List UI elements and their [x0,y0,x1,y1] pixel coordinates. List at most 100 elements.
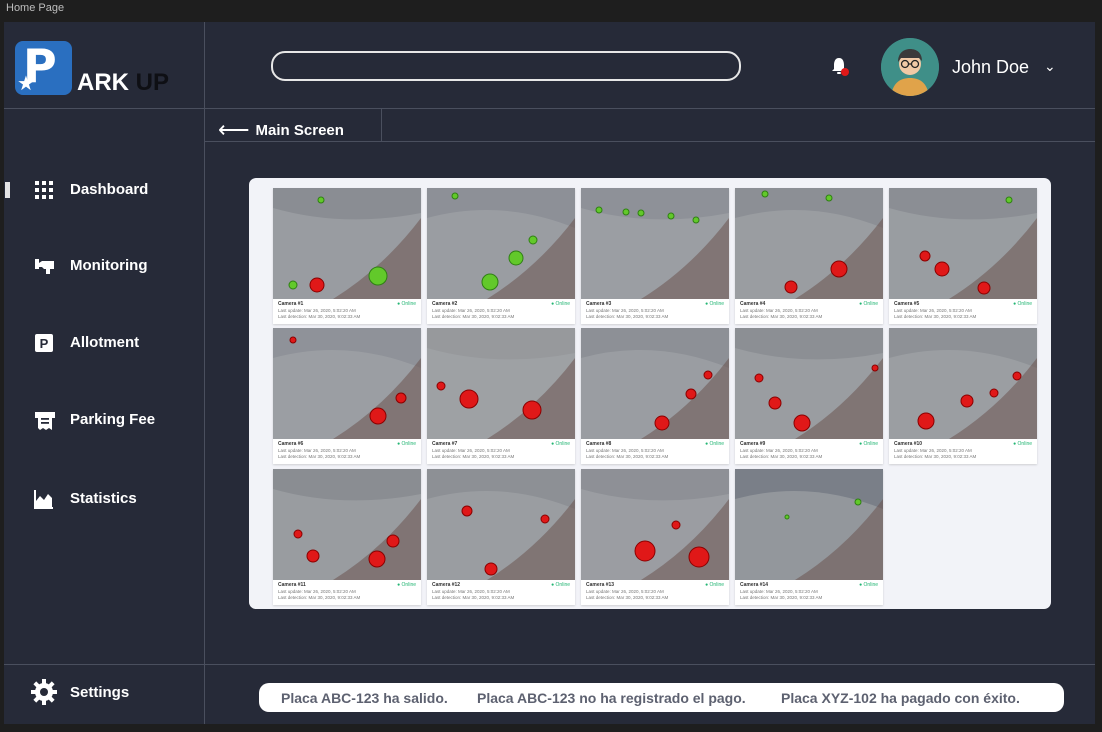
camera-feed-image[interactable] [735,469,883,580]
camera-feed-image[interactable] [427,469,575,580]
camera-status-badge: ● Online [705,441,724,447]
sidebar-item-statistics[interactable]: Statistics [4,481,204,521]
camera-card[interactable]: Camera #1 ● Online Last update: Mar 26, 20… [273,188,421,324]
camera-feed-image[interactable] [581,469,729,580]
brand-name-part1: ARK [77,69,129,96]
camera-status-label: Online [1017,301,1032,307]
camera-card[interactable]: Camera #7 ● Online Last update: Mar 26, 20… [427,328,575,464]
sidebar-item-settings[interactable]: Settings [4,674,204,714]
camera-name: Camera #2 [432,301,458,307]
occupied-spot-marker [784,280,798,294]
security-camera-icon [34,256,54,276]
sidebar-item-label: Allotment [70,334,140,351]
camera-feed-image[interactable] [273,469,421,580]
occupied-spot-marker [654,415,670,431]
free-spot-marker [288,280,298,290]
camera-name: Camera #10 [894,441,923,447]
camera-status-label: Online [555,441,570,447]
camera-feed-image[interactable] [273,188,421,299]
chevron-down-icon[interactable]: ⌄ [1044,58,1056,75]
camera-feed-image[interactable] [581,188,729,299]
camera-card[interactable]: Camera #6 ● Online Last update: Mar 26, 20… [273,328,421,464]
camera-card[interactable]: Camera #2 ● Online Last update: Mar 26, 20… [427,188,575,324]
free-spot-marker [528,235,538,245]
brand-name-part2: UP [135,69,170,96]
frame-title: Home Page [6,2,65,14]
free-spot-marker [854,498,862,506]
camera-status-badge: ● Online [551,441,570,447]
search-input[interactable] [271,51,741,81]
occupied-spot-marker [754,373,764,383]
sidebar-item-monitoring[interactable]: Monitoring [4,248,204,288]
free-spot-marker [622,208,630,216]
camera-last-detection: Last detection: Mar 30, 2020, 9:02:33 AM [586,454,669,459]
camera-card[interactable]: Camera #11 ● Online Last update: Mar 26, 2… [273,469,421,605]
brand-logo[interactable]: P ★ ARK UP [15,39,175,97]
camera-feed-image[interactable] [889,188,1037,299]
camera-last-detection: Last detection: Mar 30, 2020, 9:02:33 AM [586,595,669,600]
camera-status-badge: ● Online [551,301,570,307]
camera-last-update: Last update: Mar 26, 2020, 5:02:20 AM [432,448,510,453]
user-name[interactable]: John Doe [952,57,1029,78]
camera-name: Camera #6 [278,441,304,447]
occupied-spot-marker [540,514,550,524]
camera-card[interactable]: Camera #4 ● Online Last update: Mar 26, 20… [735,188,883,324]
free-spot-marker [481,273,499,291]
camera-feed-image[interactable] [889,328,1037,439]
camera-status-label: Online [555,301,570,307]
camera-card[interactable]: Camera #14 ● Online Last update: Mar 26, 2… [735,469,883,605]
camera-card[interactable]: Camera #3 ● Online Last update: Mar 26, 20… [581,188,729,324]
camera-card[interactable]: Camera #13 ● Online Last update: Mar 26, 2… [581,469,729,605]
camera-last-detection: Last detection: Mar 30, 2020, 9:02:33 AM [894,314,977,319]
breadcrumb-divider [205,141,1095,142]
breadcrumb-label: Main Screen [255,122,344,139]
camera-last-update: Last update: Mar 26, 2020, 5:02:20 AM [278,308,356,313]
camera-feed-image[interactable] [273,328,421,439]
occupied-spot-marker [919,250,931,262]
camera-card[interactable]: Camera #10 ● Online Last update: Mar 26, 2… [889,328,1037,464]
sidebar-item-allotment[interactable]: P Allotment [4,325,204,365]
camera-name: Camera #9 [740,441,766,447]
camera-last-detection: Last detection: Mar 30, 2020, 9:02:33 AM [278,314,361,319]
camera-last-detection: Last detection: Mar 30, 2020, 9:02:33 AM [432,314,515,319]
grid-icon [34,180,54,200]
brand-name: ARK UP [77,69,169,97]
parking-icon: P [34,333,54,353]
camera-last-update: Last update: Mar 26, 2020, 5:02:20 AM [586,448,664,453]
occupied-spot-marker [768,396,782,410]
camera-last-detection: Last detection: Mar 30, 2020, 9:02:33 AM [278,595,361,600]
camera-card[interactable]: Camera #12 ● Online Last update: Mar 26, 2… [427,469,575,605]
occupied-spot-marker [395,392,407,404]
occupied-spot-marker [703,370,713,380]
camera-feed-image[interactable] [735,328,883,439]
occupied-spot-marker [871,364,879,372]
occupied-spot-marker [368,550,386,568]
camera-name: Camera #12 [432,582,461,588]
camera-card[interactable]: Camera #9 ● Online Last update: Mar 26, 20… [735,328,883,464]
camera-feed-image[interactable] [427,188,575,299]
camera-card[interactable]: Camera #5 ● Online Last update: Mar 26, 20… [889,188,1037,324]
camera-feed-image[interactable] [427,328,575,439]
back-button[interactable]: ⟵ Main Screen [218,115,344,142]
camera-feed-image[interactable] [735,188,883,299]
camera-name: Camera #1 [278,301,304,307]
camera-last-detection: Last detection: Mar 30, 2020, 9:02:33 AM [740,314,823,319]
camera-status-badge: ● Online [859,441,878,447]
app-window: P ★ ARK UP John Doe ⌄ ⟵ Main Screen Dash… [4,22,1095,724]
occupied-spot-marker [436,381,446,391]
camera-feed-image[interactable] [581,328,729,439]
camera-card[interactable]: Camera #8 ● Online Last update: Mar 26, 20… [581,328,729,464]
occupied-spot-marker [369,407,387,425]
camera-last-update: Last update: Mar 26, 2020, 5:02:20 AM [432,308,510,313]
camera-name: Camera #14 [740,582,769,588]
occupied-spot-marker [960,394,974,408]
notification-bell-icon[interactable] [830,56,850,78]
sidebar-item-label: Statistics [70,490,137,507]
camera-status-badge: ● Online [551,582,570,588]
sidebar-item-parking-fee[interactable]: Parking Fee [4,402,204,442]
avatar[interactable] [881,38,939,96]
svg-text:P: P [40,336,49,351]
camera-last-update: Last update: Mar 26, 2020, 5:02:20 AM [740,448,818,453]
sidebar-item-dashboard[interactable]: Dashboard [4,172,204,212]
camera-status-badge: ● Online [1013,441,1032,447]
